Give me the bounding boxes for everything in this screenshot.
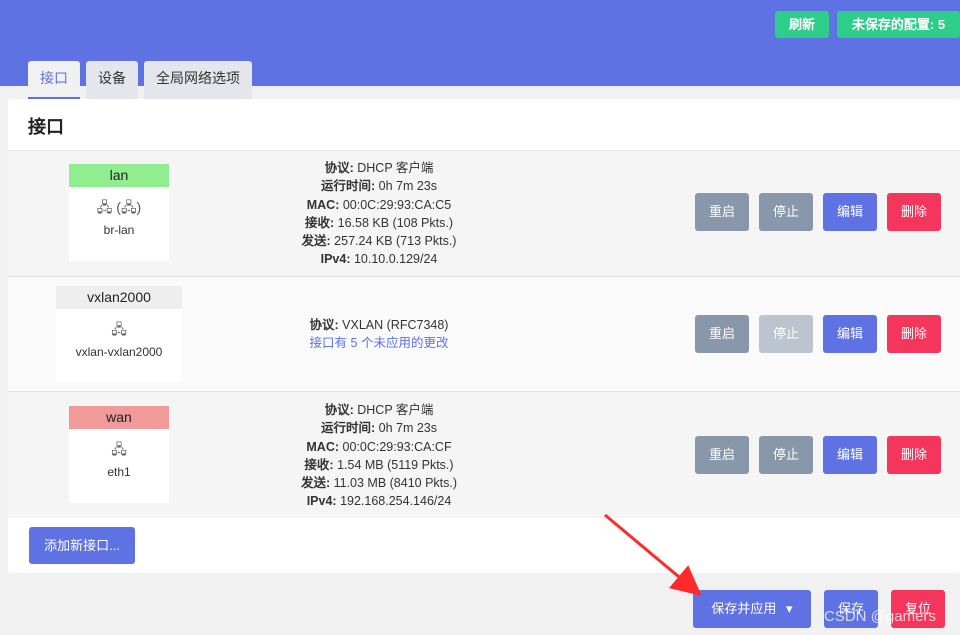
- info-key: IPv4:: [320, 252, 351, 267]
- info-line: 发送: 11.03 MB (8410 Pkts.): [249, 474, 509, 492]
- panel-title: 接口: [28, 117, 64, 137]
- network-port-icon: 🖧 (🖧): [96, 199, 142, 215]
- interface-badge-lan: lan 🖧 (🖧) br-lan: [69, 164, 169, 261]
- edit-button[interactable]: 编辑: [823, 193, 877, 231]
- tab-interfaces[interactable]: 接口: [28, 61, 80, 99]
- edit-button[interactable]: 编辑: [823, 436, 877, 474]
- info-value: 1.54 MB (5119 Pkts.): [333, 457, 454, 472]
- refresh-button[interactable]: 刷新: [775, 11, 829, 38]
- save-apply-button[interactable]: 保存并应用 ▾: [693, 590, 811, 628]
- info-key: MAC:: [306, 197, 340, 212]
- edit-button[interactable]: 编辑: [823, 315, 877, 353]
- info-line: 运行时间: 0h 7m 23s: [249, 419, 509, 437]
- add-interface-button[interactable]: 添加新接口...: [29, 527, 135, 564]
- stop-button[interactable]: 停止: [759, 193, 813, 231]
- interface-info-lan: 协议: DHCP 客户端 运行时间: 0h 7m 23s MAC: 00:0C:29…: [249, 159, 509, 269]
- info-value: DHCP 客户端: [353, 403, 434, 417]
- info-key: 运行时间:: [320, 179, 376, 194]
- interface-device: eth1: [107, 465, 131, 479]
- info-key: 协议:: [309, 318, 339, 332]
- interface-row-lan: lan 🖧 (🖧) br-lan 协议: DHCP 客户端 运行时间: 0h 7m…: [8, 150, 960, 276]
- delete-button[interactable]: 删除: [887, 193, 941, 231]
- info-value: 0h 7m 23s: [375, 421, 437, 436]
- info-line: IPv4: 10.10.0.129/24: [249, 250, 509, 268]
- restart-button[interactable]: 重启: [695, 315, 749, 353]
- interfaces-panel: 接口 lan 🖧 (🖧) br-lan 协议: DHCP 客户端 运行时间: 0h…: [8, 99, 960, 573]
- delete-button[interactable]: 删除: [887, 436, 941, 474]
- info-value: 0h 7m 23s: [375, 179, 437, 194]
- info-line: 发送: 257.24 KB (713 Pkts.): [249, 232, 509, 250]
- info-line: 接收: 16.58 KB (108 Pkts.): [249, 214, 509, 232]
- unsaved-changes-button[interactable]: 未保存的配置: 5: [837, 11, 960, 38]
- network-port-icon: 🖧: [111, 441, 127, 457]
- interface-info-wan: 协议: DHCP 客户端 运行时间: 0h 7m 23s MAC: 00:0C:29…: [249, 401, 509, 511]
- info-key: 协议:: [324, 403, 354, 417]
- info-value: 00:0C:29:93:CA:CF: [339, 439, 452, 454]
- watermark: CSDN @gamers: [824, 608, 936, 625]
- info-line: 协议: DHCP 客户端: [249, 159, 509, 177]
- info-line: MAC: 00:0C:29:93:CA:CF: [249, 438, 509, 456]
- info-value: 11.03 MB (8410 Pkts.): [330, 476, 458, 491]
- caret-down-icon: ▾: [786, 601, 793, 616]
- restart-button[interactable]: 重启: [695, 436, 749, 474]
- network-port-icon: 🖧: [111, 321, 127, 337]
- tab-global-options[interactable]: 全局网络选项: [144, 61, 252, 99]
- info-line: 接收: 1.54 MB (5119 Pkts.): [249, 456, 509, 474]
- info-key: 发送:: [300, 476, 331, 491]
- info-key: 运行时间:: [320, 421, 376, 436]
- info-line: MAC: 00:0C:29:93:CA:C5: [249, 196, 509, 214]
- pending-changes-link[interactable]: 接口有 5 个未应用的更改: [249, 334, 509, 352]
- info-key: 接收:: [305, 215, 335, 230]
- info-value: VXLAN (RFC7348): [338, 318, 449, 332]
- info-value: 257.24 KB (713 Pkts.): [330, 234, 457, 249]
- interface-name: wan: [69, 406, 169, 429]
- interface-info-vxlan2000: 协议: VXLAN (RFC7348) 接口有 5 个未应用的更改: [249, 316, 509, 353]
- info-key: 发送:: [301, 234, 331, 249]
- interface-device: vxlan-vxlan2000: [75, 345, 163, 359]
- info-key: IPv4:: [306, 494, 337, 509]
- interface-name: lan: [69, 164, 169, 187]
- interface-row-vxlan2000: vxlan2000 🖧 vxlan-vxlan2000 协议: VXLAN (R…: [8, 276, 960, 391]
- interface-badge-wan: wan 🖧 eth1: [69, 406, 169, 503]
- interface-row-wan: wan 🖧 eth1 协议: DHCP 客户端 运行时间: 0h 7m 23s MA…: [8, 391, 960, 518]
- info-value: 10.10.0.129/24: [350, 252, 438, 267]
- info-line: 协议: DHCP 客户端: [249, 401, 509, 419]
- interface-badge-vxlan2000: vxlan2000 🖧 vxlan-vxlan2000: [56, 286, 182, 381]
- info-line: 运行时间: 0h 7m 23s: [249, 177, 509, 195]
- stop-button[interactable]: 停止: [759, 436, 813, 474]
- info-value: 192.168.254.146/24: [336, 494, 452, 509]
- info-line: IPv4: 192.168.254.146/24: [249, 492, 509, 510]
- info-value: DHCP 客户端: [353, 161, 434, 175]
- info-key: 接收:: [304, 457, 334, 472]
- restart-button[interactable]: 重启: [695, 193, 749, 231]
- info-value: 00:0C:29:93:CA:C5: [339, 197, 452, 212]
- tab-bar: 接口 设备 全局网络选项: [28, 61, 258, 99]
- tab-devices[interactable]: 设备: [86, 61, 138, 99]
- info-value: 16.58 KB (108 Pkts.): [334, 215, 453, 230]
- stop-button[interactable]: 停止: [759, 315, 813, 353]
- info-line: 协议: VXLAN (RFC7348): [249, 316, 509, 334]
- delete-button[interactable]: 删除: [887, 315, 941, 353]
- save-apply-label: 保存并应用: [711, 601, 777, 616]
- info-key: 协议:: [324, 161, 354, 175]
- info-key: MAC:: [306, 439, 340, 454]
- interface-device: br-lan: [103, 223, 135, 237]
- interface-name: vxlan2000: [56, 286, 182, 309]
